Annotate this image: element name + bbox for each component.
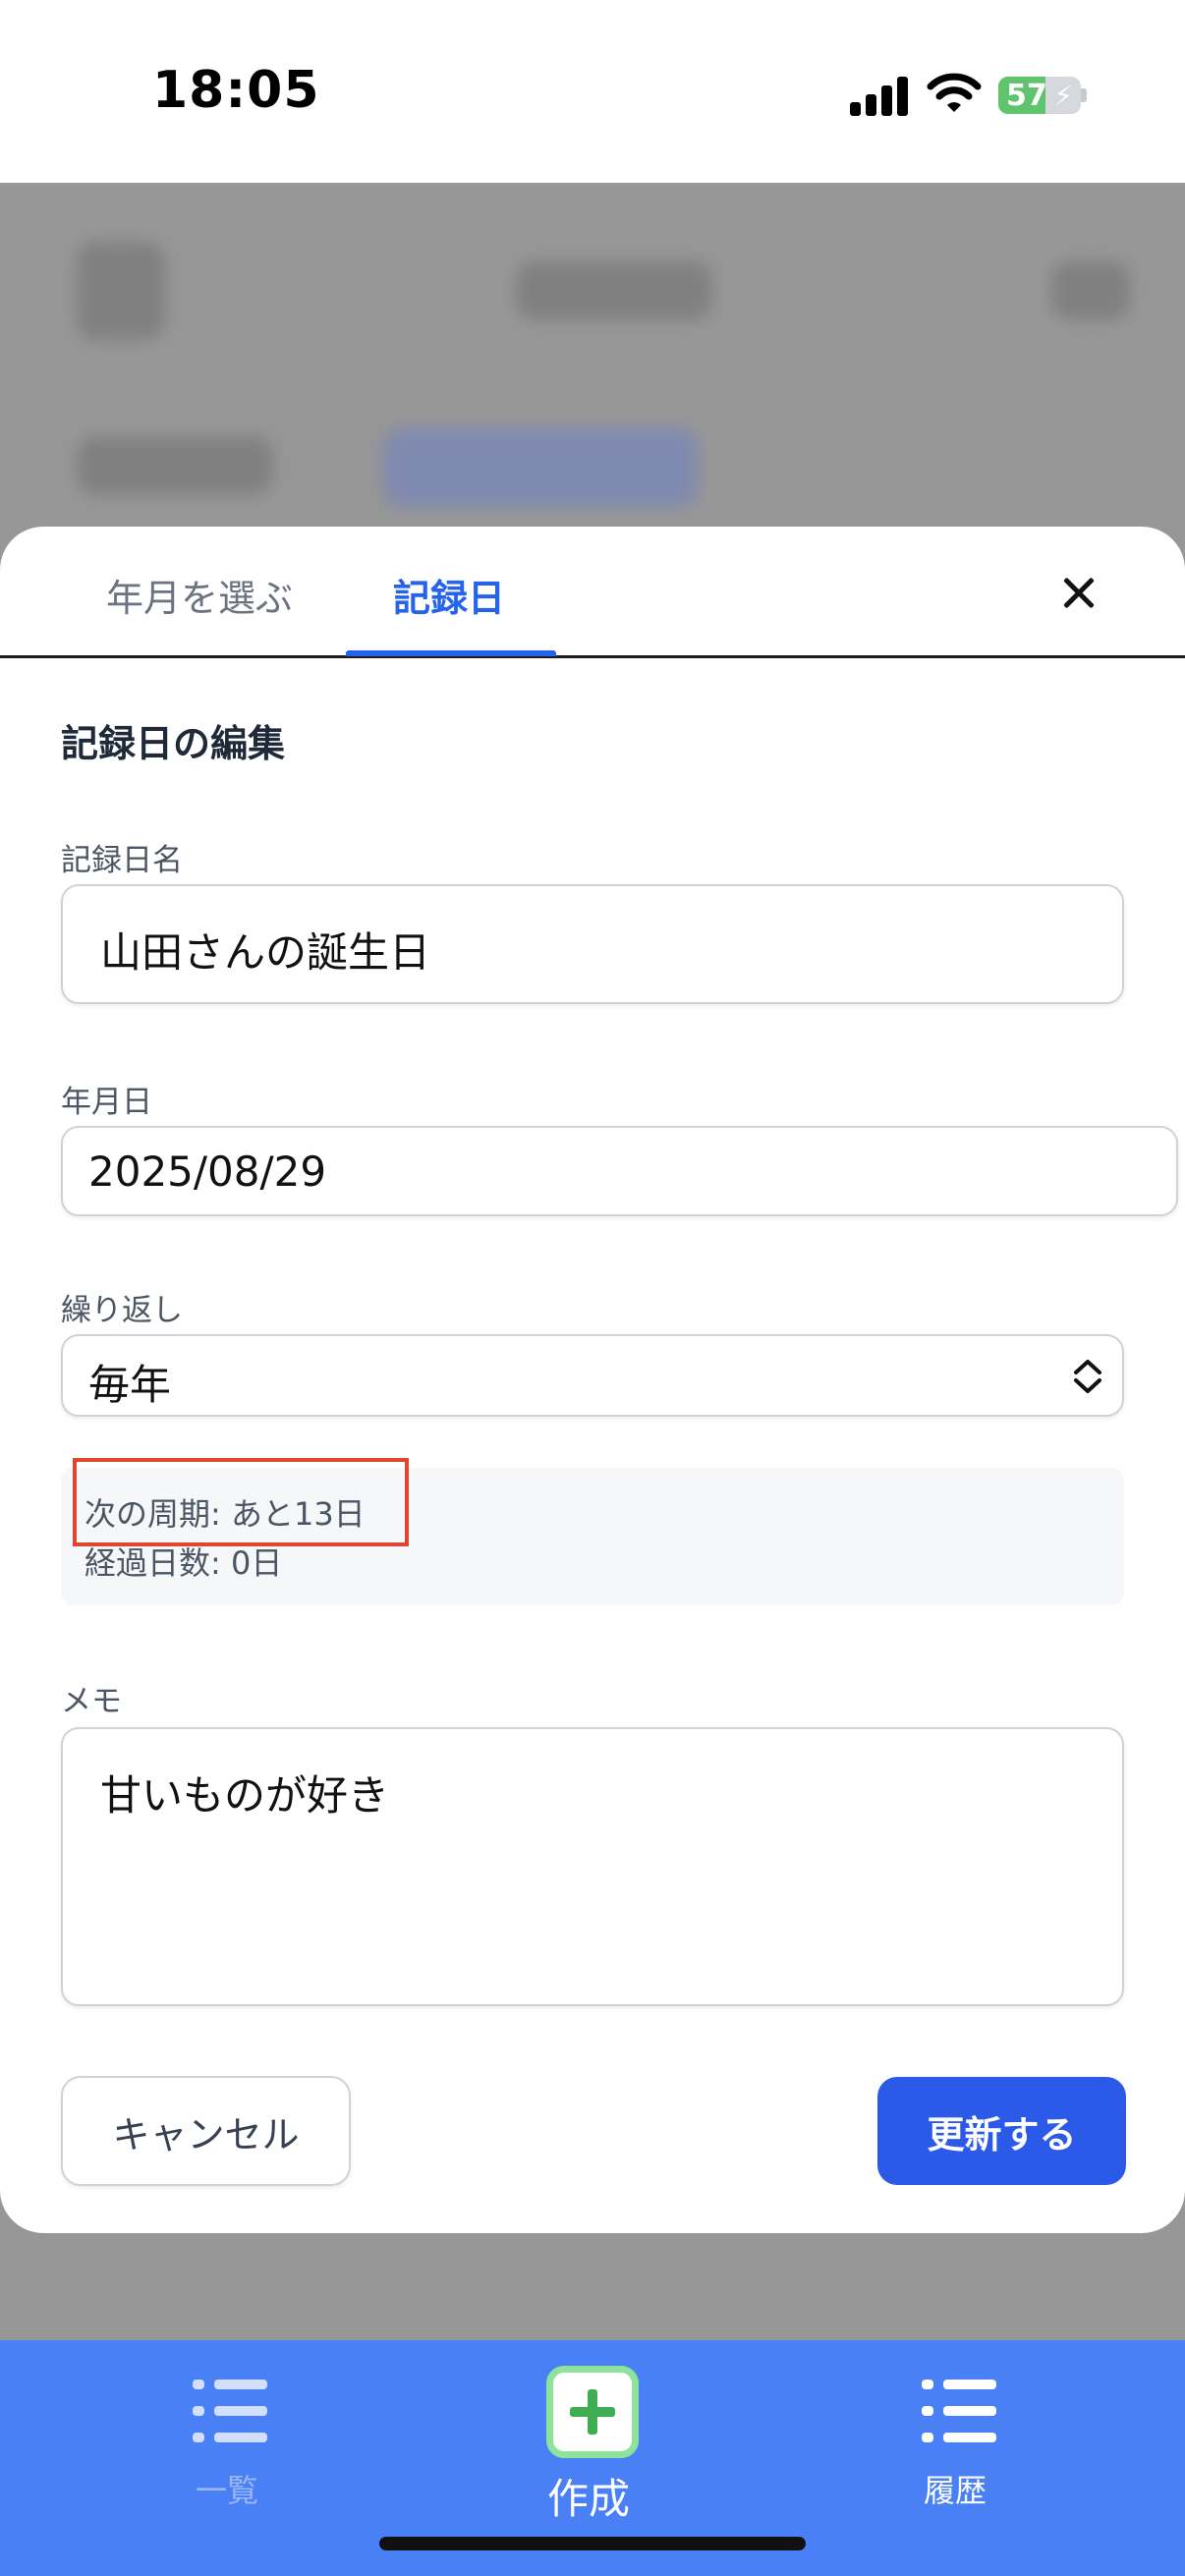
- history-list-icon: [922, 2380, 996, 2442]
- status-time: 18:05: [152, 61, 320, 120]
- repeat-select[interactable]: 毎年: [61, 1334, 1124, 1417]
- battery-cap: [1081, 88, 1087, 102]
- name-field-label: 記録日名: [61, 843, 183, 878]
- nav-item-create[interactable]: 作成: [519, 2340, 666, 2556]
- date-value: 2025/08/29: [88, 1148, 327, 1196]
- status-bar: 18:05 57 ⚡: [0, 0, 1185, 183]
- repeat-field-label: 繰り返し: [61, 1293, 183, 1328]
- wifi-icon: [927, 73, 982, 112]
- memo-field-label: メモ: [61, 1684, 122, 1719]
- blurred-icon: [1051, 261, 1130, 320]
- highlight-box: [73, 1458, 409, 1546]
- record-name-input[interactable]: 山田さんの誕生日: [61, 884, 1124, 1004]
- memo-textarea[interactable]: 甘いものが好き: [61, 1727, 1124, 2006]
- blurred-avatar: [77, 242, 165, 340]
- chevron-up-down-icon: [1074, 1360, 1101, 1393]
- cellular-signal-icon: [850, 75, 909, 116]
- repeat-value: 毎年: [88, 1361, 172, 1409]
- battery-percent: 57: [1006, 79, 1047, 113]
- date-input[interactable]: 2025/08/29: [61, 1126, 1178, 1216]
- nav-item-history[interactable]: 履歴: [882, 2340, 1030, 2537]
- update-button[interactable]: 更新する: [877, 2077, 1126, 2185]
- nav-label-create: 作成: [547, 2475, 631, 2523]
- home-indicator: [379, 2537, 806, 2550]
- memo-value: 甘いものが好き: [100, 1771, 390, 1820]
- active-tab-indicator: [346, 650, 556, 656]
- add-icon: [546, 2366, 639, 2458]
- record-name-value: 山田さんの誕生日: [100, 928, 431, 977]
- charging-bolt-icon: ⚡: [1053, 80, 1073, 112]
- nav-label-history: 履歴: [924, 2472, 988, 2509]
- nav-item-list[interactable]: 一覧: [157, 2340, 305, 2537]
- tab-select-month[interactable]: 年月を選ぶ: [106, 568, 293, 622]
- blurred-chip: [383, 428, 698, 507]
- nav-label-list: 一覧: [196, 2472, 259, 2509]
- blurred-title: [516, 261, 712, 320]
- tab-record-day[interactable]: 記録日: [393, 568, 505, 622]
- section-title: 記録日の編集: [61, 722, 286, 765]
- modal-tabs: 年月を選ぶ 記録日: [0, 527, 1185, 658]
- blurred-label: [77, 436, 273, 495]
- list-icon: [193, 2380, 267, 2442]
- battery-icon: 57 ⚡: [998, 77, 1081, 114]
- edit-record-modal: 年月を選ぶ 記録日 記録日の編集 記録日名 山田さんの誕生日 年月日 2025/…: [0, 527, 1185, 2233]
- date-field-label: 年月日: [61, 1085, 152, 1120]
- close-icon[interactable]: [1053, 568, 1104, 619]
- cancel-button[interactable]: キャンセル: [61, 2076, 351, 2186]
